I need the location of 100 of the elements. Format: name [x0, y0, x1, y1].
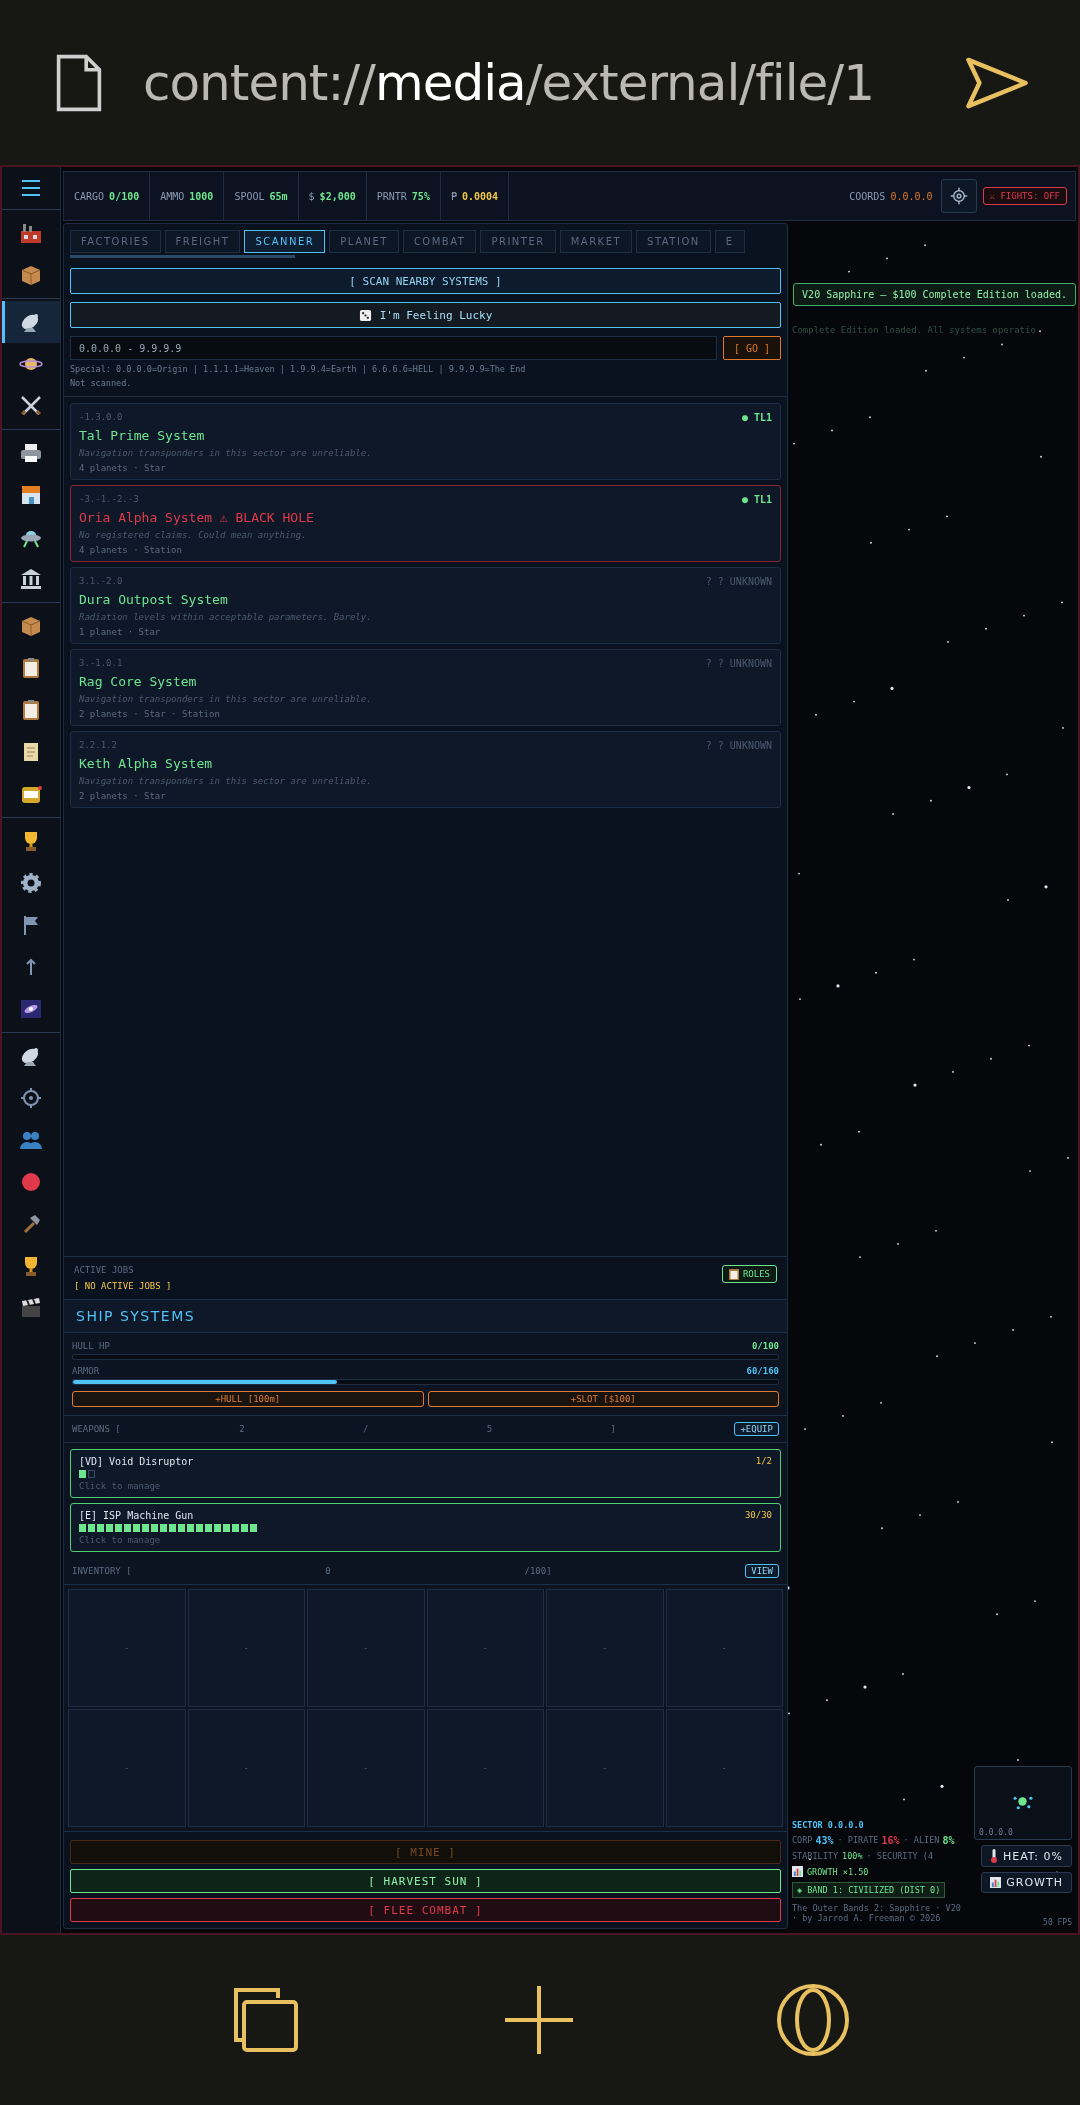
minimap[interactable]: 0.0.0.0 — [974, 1766, 1072, 1840]
sector-title: SECTOR 0.0.0.0 — [792, 1820, 864, 1830]
special-coords-note: Special: 0.0.0.0=Origin | 1.1.1.1=Heaven | 1.9.9.4=Earth | 6.6.6.6=HELL | 9.9.9.9=The End — [70, 364, 527, 374]
system-card[interactable]: 3.-1.0.1 ? ? UNKNOWN Rag Core System Navigation transponders in this sector are unreliable. 2 planets · Star · Station — [70, 649, 781, 726]
go-button[interactable]: [ GO ] — [722, 336, 781, 360]
band-badge: ◈ BAND 1: CIVILIZED (DIST 0) — [792, 1882, 946, 1898]
faction-value: 16% — [881, 1835, 900, 1846]
faction-value: 8% — [942, 1835, 955, 1846]
heat-button[interactable]: HEAT: 0% — [980, 1845, 1072, 1867]
weapon-card[interactable]: [VD] Void Disruptor 1/2 Click to manage — [70, 1449, 781, 1498]
faction-value: 43% — [815, 1835, 834, 1846]
active-jobs-status: [ NO ACTIVE JOBS ] — [74, 1281, 172, 1291]
range-input-field[interactable]: 0.0.0.0 - 9.9.9.9 — [70, 336, 717, 360]
system-meta: 2 planets · Star — [79, 791, 167, 801]
equip-button[interactable]: +EQUIP — [734, 1422, 779, 1436]
faction-label: CORP — [792, 1835, 813, 1846]
action-button[interactable]: [ HARVEST SUN ] — [70, 1869, 781, 1893]
active-jobs-label: ACTIVE JOBS — [74, 1265, 135, 1275]
system-meta: 2 planets · Star · Station — [79, 709, 221, 719]
tech-level: ● TL1 — [741, 494, 772, 505]
system-coords: 3.1.-2.0 — [79, 576, 123, 587]
tab[interactable]: FREIGHT — [164, 230, 241, 253]
dice-icon — [358, 308, 372, 322]
tab[interactable]: E — [714, 230, 745, 253]
tab[interactable]: PLANET — [329, 230, 399, 253]
inventory-slot[interactable]: - — [307, 1709, 425, 1827]
settings-button[interactable] — [940, 179, 977, 213]
system-card[interactable]: -3.-1.-2.-3 ● TL1 Oria Alpha System ⚠ BLACK HOLE No registered claims. Could mean anything. 4 planets · Station — [70, 485, 781, 562]
inventory-slot[interactable]: - — [426, 1709, 544, 1827]
weapons-count: 5 — [486, 1424, 493, 1434]
stat-label: PRNTR — [376, 190, 407, 202]
stat-label: HULL HP — [72, 1341, 110, 1351]
sidebar-button[interactable] — [2, 301, 60, 343]
crosshair-icon — [19, 1086, 43, 1110]
scrollbar[interactable] — [70, 255, 295, 258]
weapon-name: [E] ISP Machine Gun — [79, 1510, 194, 1521]
lucky-button[interactable]: I'm Feeling Lucky — [70, 302, 781, 328]
tab[interactable]: SCANNER — [244, 230, 326, 253]
tab[interactable]: FACTORIES — [70, 230, 161, 253]
inventory-slot[interactable]: - — [546, 1589, 664, 1707]
stat-value: 0/100 — [109, 190, 140, 202]
tab[interactable]: MARKET — [559, 230, 633, 253]
view-button[interactable]: VIEW — [745, 1564, 779, 1578]
security-label: · SECURITY (4 — [866, 1851, 934, 1861]
minimap-coords: 0.0.0.0 — [979, 1828, 1013, 1837]
dot-icon — [19, 1170, 43, 1194]
weapon-hint: Click to manage — [79, 1535, 162, 1545]
tab[interactable]: STATION — [636, 230, 711, 253]
url-text[interactable]: content://media/external/file/1 — [143, 53, 924, 112]
gear-icon — [19, 871, 43, 895]
scan-button[interactable]: [ SCAN NEARBY SYSTEMS ] — [70, 268, 781, 294]
notification-toast: V20 Sapphire — $100 Complete Edition loaded. — [793, 283, 1076, 306]
add-icon[interactable] — [503, 1984, 575, 2056]
system-name: Rag Core System — [79, 674, 198, 689]
inventory-count: /100] — [524, 1566, 552, 1576]
system-coords: 3.-1.0.1 — [79, 658, 123, 669]
stat-label: ARMOR — [72, 1366, 100, 1376]
system-card[interactable]: 2.2.1.2 ? ? UNKNOWN Keth Alpha System Navigation transponders in this sector are unreliable. 2 planets · Star — [70, 731, 781, 808]
system-name: Tal Prime System — [79, 428, 206, 443]
stat-reading: 0/100 — [751, 1341, 779, 1351]
tab[interactable]: PRINTER — [480, 230, 556, 253]
weapon-card[interactable]: [E] ISP Machine Gun 30/30 Click to manage — [70, 1503, 781, 1552]
system-description: Navigation transponders in this sector are unreliable. — [79, 448, 373, 458]
file-icon — [55, 52, 103, 113]
inventory-slot[interactable]: - — [426, 1589, 544, 1707]
thermometer-icon — [989, 1849, 998, 1863]
store-icon — [19, 483, 43, 507]
system-meta: 1 planet · Star — [79, 627, 162, 637]
system-description: Navigation transponders in this sector are unreliable. — [79, 694, 373, 704]
system-card[interactable]: 3.1.-2.0 ? ? UNKNOWN Dura Outpost System Radiation levels within acceptable parameters. Barely. 1 planet · Star — [70, 567, 781, 644]
growth-button[interactable]: GROWTH — [981, 1872, 1072, 1893]
ring-icon[interactable] — [775, 1983, 850, 2057]
inventory-slot[interactable]: - — [187, 1709, 305, 1827]
tab[interactable]: COMBAT — [402, 230, 477, 253]
inventory-slot[interactable]: - — [665, 1589, 783, 1707]
tech-level: ? ? UNKNOWN — [705, 658, 772, 669]
faction-label: · PIRATE — [837, 1835, 879, 1846]
inventory-slot[interactable]: - — [546, 1709, 664, 1827]
faction-label: · ALIEN — [903, 1835, 940, 1846]
system-card[interactable]: -1.3.0.0 ● TL1 Tal Prime System Navigation transponders in this sector are unreliable. 4 planets · Star — [70, 403, 781, 480]
stat-value: $2,000 — [319, 190, 356, 202]
crossed-swords-icon — [19, 394, 43, 418]
upgrade-button[interactable]: +HULL [100m] — [72, 1391, 424, 1407]
upgrade-button[interactable]: +SLOT [$100] — [427, 1391, 779, 1407]
action-button[interactable]: [ MINE ] — [70, 1840, 781, 1864]
stat-value: 0.0004 — [461, 190, 499, 202]
tech-level: ? ? UNKNOWN — [705, 740, 772, 751]
inventory-slot[interactable]: - — [187, 1589, 305, 1707]
stat-label: ₱ — [450, 190, 457, 202]
inventory-slot[interactable]: - — [68, 1589, 186, 1707]
inventory-slot[interactable]: - — [307, 1589, 425, 1707]
stat-reading: 60/160 — [746, 1366, 779, 1376]
action-button[interactable]: [ FLEE COMBAT ] — [70, 1898, 781, 1922]
box-icon — [19, 263, 43, 287]
inventory-slot[interactable]: - — [665, 1709, 783, 1827]
inventory-slot[interactable]: - — [68, 1709, 186, 1827]
system-description: No registered claims. Could mean anything. — [79, 530, 308, 540]
roles-button[interactable]: ROLES — [721, 1265, 777, 1283]
inventory-count: INVENTORY [ — [72, 1566, 132, 1576]
fights-toggle-button[interactable]: ⚔ FIGHTS: OFF — [982, 187, 1067, 205]
